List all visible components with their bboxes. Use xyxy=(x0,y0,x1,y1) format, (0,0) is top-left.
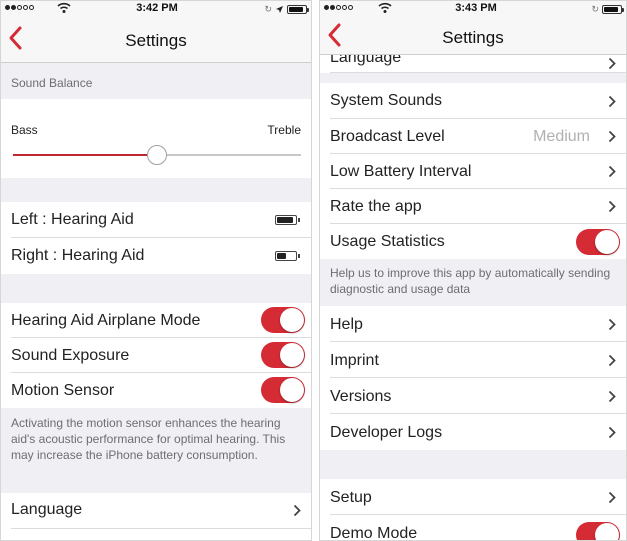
developer-logs-row[interactable]: Developer Logs xyxy=(320,414,626,450)
rotation-lock-icon: ↻ xyxy=(264,3,272,14)
slider-fill xyxy=(13,154,157,156)
language-row[interactable]: Language xyxy=(320,55,626,73)
setup-row[interactable]: Setup xyxy=(320,479,626,515)
right-phone-screen: 3:43 PM ↻ Settings Language System Sound… xyxy=(319,0,627,541)
setup-label: Setup xyxy=(330,489,372,506)
versions-row[interactable]: Versions xyxy=(320,378,626,414)
wifi-icon xyxy=(57,2,71,13)
toggle-row-sound-exposure: Sound Exposure xyxy=(1,338,311,373)
status-bar: 3:42 PM ↻ xyxy=(1,1,311,17)
low-battery-interval-row[interactable]: Low Battery Interval xyxy=(320,154,626,189)
chevron-right-icon xyxy=(608,491,616,504)
battery-icon xyxy=(275,215,300,225)
hearing-aid-right-label: Right : Hearing Aid xyxy=(11,247,145,264)
versions-label: Versions xyxy=(330,388,392,405)
low-battery-interval-label: Low Battery Interval xyxy=(330,163,472,180)
airplane-mode-label: Hearing Aid Airplane Mode xyxy=(11,312,201,329)
chevron-right-icon xyxy=(608,426,616,439)
usage-statistics-footnote: Help us to improve this app by automatic… xyxy=(330,266,611,296)
status-right-cluster: ↻ xyxy=(591,3,624,14)
motion-sensor-footnote: Activating the motion sensor enhances th… xyxy=(11,416,286,462)
signal-strength-icon xyxy=(5,5,34,13)
hearing-aid-left-row[interactable]: Left : Hearing Aid xyxy=(1,202,311,238)
language-label: Language xyxy=(330,55,402,66)
toggle-row-airplane-mode: Hearing Aid Airplane Mode xyxy=(1,303,311,338)
chevron-right-icon xyxy=(608,354,616,367)
location-arrow-icon xyxy=(276,5,283,13)
hearing-aid-right-row[interactable]: Right : Hearing Aid xyxy=(1,238,311,274)
navigation-bar: Settings xyxy=(1,17,311,63)
demo-mode-label: Demo Mode xyxy=(330,525,418,541)
chevron-right-icon xyxy=(608,95,616,108)
sound-balance-cell: Bass Treble xyxy=(1,99,311,178)
wifi-icon xyxy=(378,2,392,13)
broadcast-level-label: Broadcast Level xyxy=(330,128,445,145)
chevron-right-icon xyxy=(608,165,616,178)
imprint-row[interactable]: Imprint xyxy=(320,342,626,378)
developer-logs-label: Developer Logs xyxy=(330,424,443,441)
chevron-right-icon xyxy=(608,57,616,70)
help-row[interactable]: Help xyxy=(320,306,626,342)
usage-statistics-row: Usage Statistics xyxy=(320,224,626,259)
rate-app-row[interactable]: Rate the app xyxy=(320,189,626,224)
signal-strength-icon xyxy=(324,5,353,13)
language-row[interactable]: Language xyxy=(1,493,311,540)
battery-icon xyxy=(287,4,309,14)
broadcast-level-value: Medium xyxy=(533,128,590,145)
broadcast-level-row[interactable]: Broadcast Level Medium xyxy=(320,119,626,154)
battery-icon xyxy=(275,251,300,261)
slider-min-label: Bass xyxy=(11,123,38,137)
system-sounds-label: System Sounds xyxy=(330,92,443,109)
help-label: Help xyxy=(330,316,363,333)
slider-thumb[interactable] xyxy=(147,145,167,165)
system-sounds-row[interactable]: System Sounds xyxy=(320,83,626,119)
status-right-cluster: ↻ xyxy=(264,3,309,14)
page-title: Settings xyxy=(442,28,504,47)
status-time: 3:43 PM xyxy=(455,2,497,14)
status-bar: 3:43 PM ↻ xyxy=(320,1,626,17)
motion-sensor-switch[interactable] xyxy=(261,377,305,403)
usage-statistics-switch[interactable] xyxy=(576,229,620,255)
chevron-right-icon xyxy=(608,318,616,331)
airplane-mode-switch[interactable] xyxy=(261,307,305,333)
slider-max-label: Treble xyxy=(267,123,301,137)
sound-balance-slider[interactable] xyxy=(13,145,301,165)
navigation-bar: Settings xyxy=(320,17,626,55)
chevron-right-icon xyxy=(608,130,616,143)
left-phone-screen: 3:42 PM ↻ Settings Sound Balance Bass Tr… xyxy=(0,0,312,541)
usage-statistics-label: Usage Statistics xyxy=(330,233,445,250)
rotation-lock-icon: ↻ xyxy=(591,3,599,14)
status-time: 3:42 PM xyxy=(136,2,178,14)
demo-mode-switch[interactable] xyxy=(576,522,620,540)
sound-exposure-switch[interactable] xyxy=(261,342,305,368)
toggle-row-motion-sensor: Motion Sensor xyxy=(1,373,311,408)
chevron-right-icon xyxy=(293,504,301,517)
battery-icon xyxy=(602,4,624,14)
hearing-aid-left-label: Left : Hearing Aid xyxy=(11,211,134,228)
sound-exposure-label: Sound Exposure xyxy=(11,347,130,364)
settings-list: Language System Sounds Broadcast Level M… xyxy=(320,55,626,540)
section-header-sound-balance: Sound Balance xyxy=(11,76,93,90)
language-label: Language xyxy=(11,501,83,518)
motion-sensor-label: Motion Sensor xyxy=(11,382,115,399)
chevron-right-icon xyxy=(608,390,616,403)
chevron-right-icon xyxy=(608,200,616,213)
imprint-label: Imprint xyxy=(330,352,379,369)
rate-app-label: Rate the app xyxy=(330,198,422,215)
settings-list: Sound Balance Bass Treble Left : Hearing… xyxy=(1,63,311,540)
page-title: Settings xyxy=(125,31,187,50)
demo-mode-row: Demo Mode xyxy=(320,515,626,541)
